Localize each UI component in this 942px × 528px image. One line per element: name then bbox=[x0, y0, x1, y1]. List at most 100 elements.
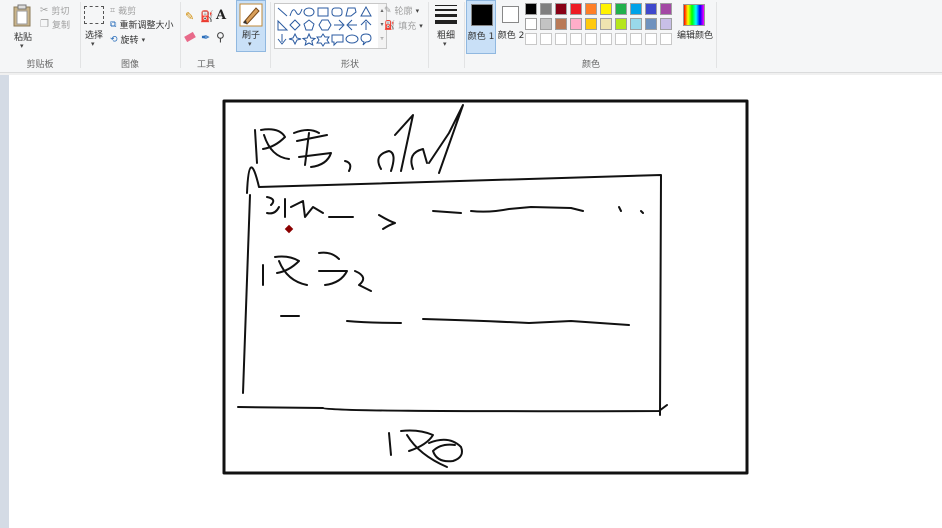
palette-swatch[interactable] bbox=[660, 3, 672, 15]
palette-swatch[interactable] bbox=[615, 18, 627, 30]
image-group: 选择 ▾ ⌗ 裁剪 ⧉ 重新调整大小 ⟲ 旋转 ▾ 图像 bbox=[80, 0, 180, 72]
magnifier-icon[interactable]: ⚲ bbox=[216, 30, 225, 44]
four-point-star-shape-icon bbox=[288, 32, 302, 46]
polygon-shape-icon bbox=[345, 7, 357, 17]
triangle-shape-icon bbox=[360, 5, 372, 17]
outline-label: 轮廓 bbox=[394, 7, 413, 17]
title-scribble bbox=[254, 128, 290, 164]
crop-button[interactable]: ⌗ 裁剪 bbox=[110, 4, 136, 18]
shapes-group-label: 形状 bbox=[340, 60, 359, 70]
copy-icon: ❐ bbox=[40, 19, 49, 30]
palette-swatch[interactable] bbox=[585, 3, 597, 15]
text-icon[interactable]: A bbox=[216, 8, 226, 23]
select-rectangle-icon bbox=[84, 6, 104, 24]
paste-button[interactable]: 粘贴 ▾ bbox=[10, 2, 36, 52]
five-point-star-shape-icon bbox=[301, 32, 317, 46]
color-palette bbox=[525, 3, 677, 49]
palette-swatch[interactable] bbox=[585, 18, 597, 30]
image-group-label: 图像 bbox=[120, 60, 139, 70]
content-scribble bbox=[280, 315, 630, 326]
crop-icon: ⌗ bbox=[110, 5, 116, 16]
line-width-icon bbox=[435, 5, 457, 24]
drawing-canvas[interactable] bbox=[9, 75, 942, 528]
palette-swatch[interactable] bbox=[570, 3, 582, 15]
outline-icon: ✎ bbox=[384, 5, 392, 16]
pentagon-shape-icon bbox=[303, 19, 315, 31]
palette-swatch[interactable] bbox=[600, 33, 612, 45]
cut-label: 剪切 bbox=[51, 7, 70, 17]
palette-swatch[interactable] bbox=[525, 3, 537, 15]
outline-button[interactable]: ✎ 轮廓 ▾ bbox=[384, 4, 420, 18]
brushes-dropdown-arrow: ▾ bbox=[248, 40, 252, 48]
group-separator bbox=[270, 2, 271, 68]
pencil-icon[interactable]: ✎ bbox=[185, 10, 194, 23]
brushes-button[interactable]: 刷子 ▾ bbox=[236, 0, 266, 52]
tools-group: ✎ ⛽ A ✒ ⚲ 工具 bbox=[180, 0, 232, 72]
resize-icon: ⧉ bbox=[110, 19, 117, 30]
tools-group-label: 工具 bbox=[196, 60, 215, 70]
palette-swatch[interactable] bbox=[525, 33, 537, 45]
palette-swatch[interactable] bbox=[570, 18, 582, 30]
shapes-gallery-icons[interactable] bbox=[275, 4, 379, 48]
fill-dropdown-arrow: ▾ bbox=[419, 21, 423, 30]
down-arrow-shape-icon bbox=[277, 34, 287, 45]
eraser-icon[interactable] bbox=[184, 31, 196, 43]
fill-bucket-icon[interactable]: ⛽ bbox=[200, 10, 214, 23]
palette-swatch[interactable] bbox=[585, 33, 597, 45]
clipboard-group-label: 剪贴板 bbox=[26, 60, 54, 70]
select-button[interactable]: 选择 ▾ bbox=[82, 2, 106, 52]
six-point-star-shape-icon bbox=[316, 33, 330, 47]
rotate-button[interactable]: ⟲ 旋转 ▾ bbox=[110, 33, 146, 47]
resize-button[interactable]: ⧉ 重新调整大小 bbox=[110, 18, 173, 32]
inner-box bbox=[237, 166, 668, 416]
palette-swatch[interactable] bbox=[540, 33, 552, 45]
color1-button[interactable]: 颜色 1 bbox=[466, 0, 496, 54]
palette-swatch[interactable] bbox=[555, 3, 567, 15]
palette-swatch[interactable] bbox=[555, 18, 567, 30]
colors-group-label: 颜色 bbox=[581, 60, 600, 70]
palette-swatch[interactable] bbox=[615, 3, 627, 15]
colors-group: 颜色 1 颜色 2 编辑颜色 颜色 bbox=[466, 0, 716, 72]
palette-swatch[interactable] bbox=[630, 3, 642, 15]
palette-swatch[interactable] bbox=[555, 33, 567, 45]
left-arrow-shape-icon bbox=[346, 19, 357, 31]
palette-swatch[interactable] bbox=[630, 33, 642, 45]
palette-swatch[interactable] bbox=[660, 33, 672, 45]
palette-swatch[interactable] bbox=[615, 33, 627, 45]
size-button[interactable]: 粗细 ▾ bbox=[430, 2, 462, 52]
color1-label: 颜色 1 bbox=[467, 32, 495, 42]
palette-swatch[interactable] bbox=[525, 18, 537, 30]
palette-swatch[interactable] bbox=[540, 3, 552, 15]
edit-colors-label: 编辑颜色 bbox=[676, 31, 713, 41]
brush-icon bbox=[239, 3, 263, 27]
palette-swatch[interactable] bbox=[645, 18, 657, 30]
edit-colors-button[interactable]: 编辑颜色 bbox=[675, 2, 715, 52]
line-shape-icon bbox=[277, 7, 288, 17]
palette-swatch[interactable] bbox=[645, 3, 657, 15]
color2-label: 颜色 2 bbox=[497, 31, 525, 41]
paste-dropdown-arrow: ▾ bbox=[20, 42, 24, 50]
hexagon-shape-icon bbox=[318, 19, 332, 31]
right-arrow-shape-icon bbox=[334, 19, 345, 31]
palette-swatch[interactable] bbox=[600, 18, 612, 30]
palette-swatch[interactable] bbox=[540, 18, 552, 30]
outline-dropdown-arrow: ▾ bbox=[415, 6, 420, 15]
copy-button[interactable]: ❐ 复制 bbox=[40, 18, 70, 31]
palette-swatch[interactable] bbox=[570, 33, 582, 45]
fill-button[interactable]: ⛽ 填充 ▾ bbox=[384, 19, 423, 33]
cut-button[interactable]: ✂ 剪切 bbox=[40, 4, 69, 17]
rotate-dropdown-arrow: ▾ bbox=[141, 35, 146, 44]
color2-button[interactable]: 颜色 2 bbox=[497, 0, 525, 54]
palette-swatch[interactable] bbox=[630, 18, 642, 30]
select-dropdown-arrow: ▾ bbox=[91, 40, 95, 48]
palette-swatch[interactable] bbox=[645, 33, 657, 45]
shapes-gallery bbox=[274, 3, 380, 49]
footer-scribble bbox=[388, 429, 463, 468]
content-scribble bbox=[266, 196, 644, 230]
color-picker-icon[interactable]: ✒ bbox=[201, 31, 210, 44]
title-scribble bbox=[377, 104, 464, 174]
color2-swatch bbox=[502, 6, 519, 23]
palette-swatch[interactable] bbox=[660, 18, 672, 30]
rotate-icon: ⟲ bbox=[110, 34, 118, 45]
palette-swatch[interactable] bbox=[600, 3, 612, 15]
